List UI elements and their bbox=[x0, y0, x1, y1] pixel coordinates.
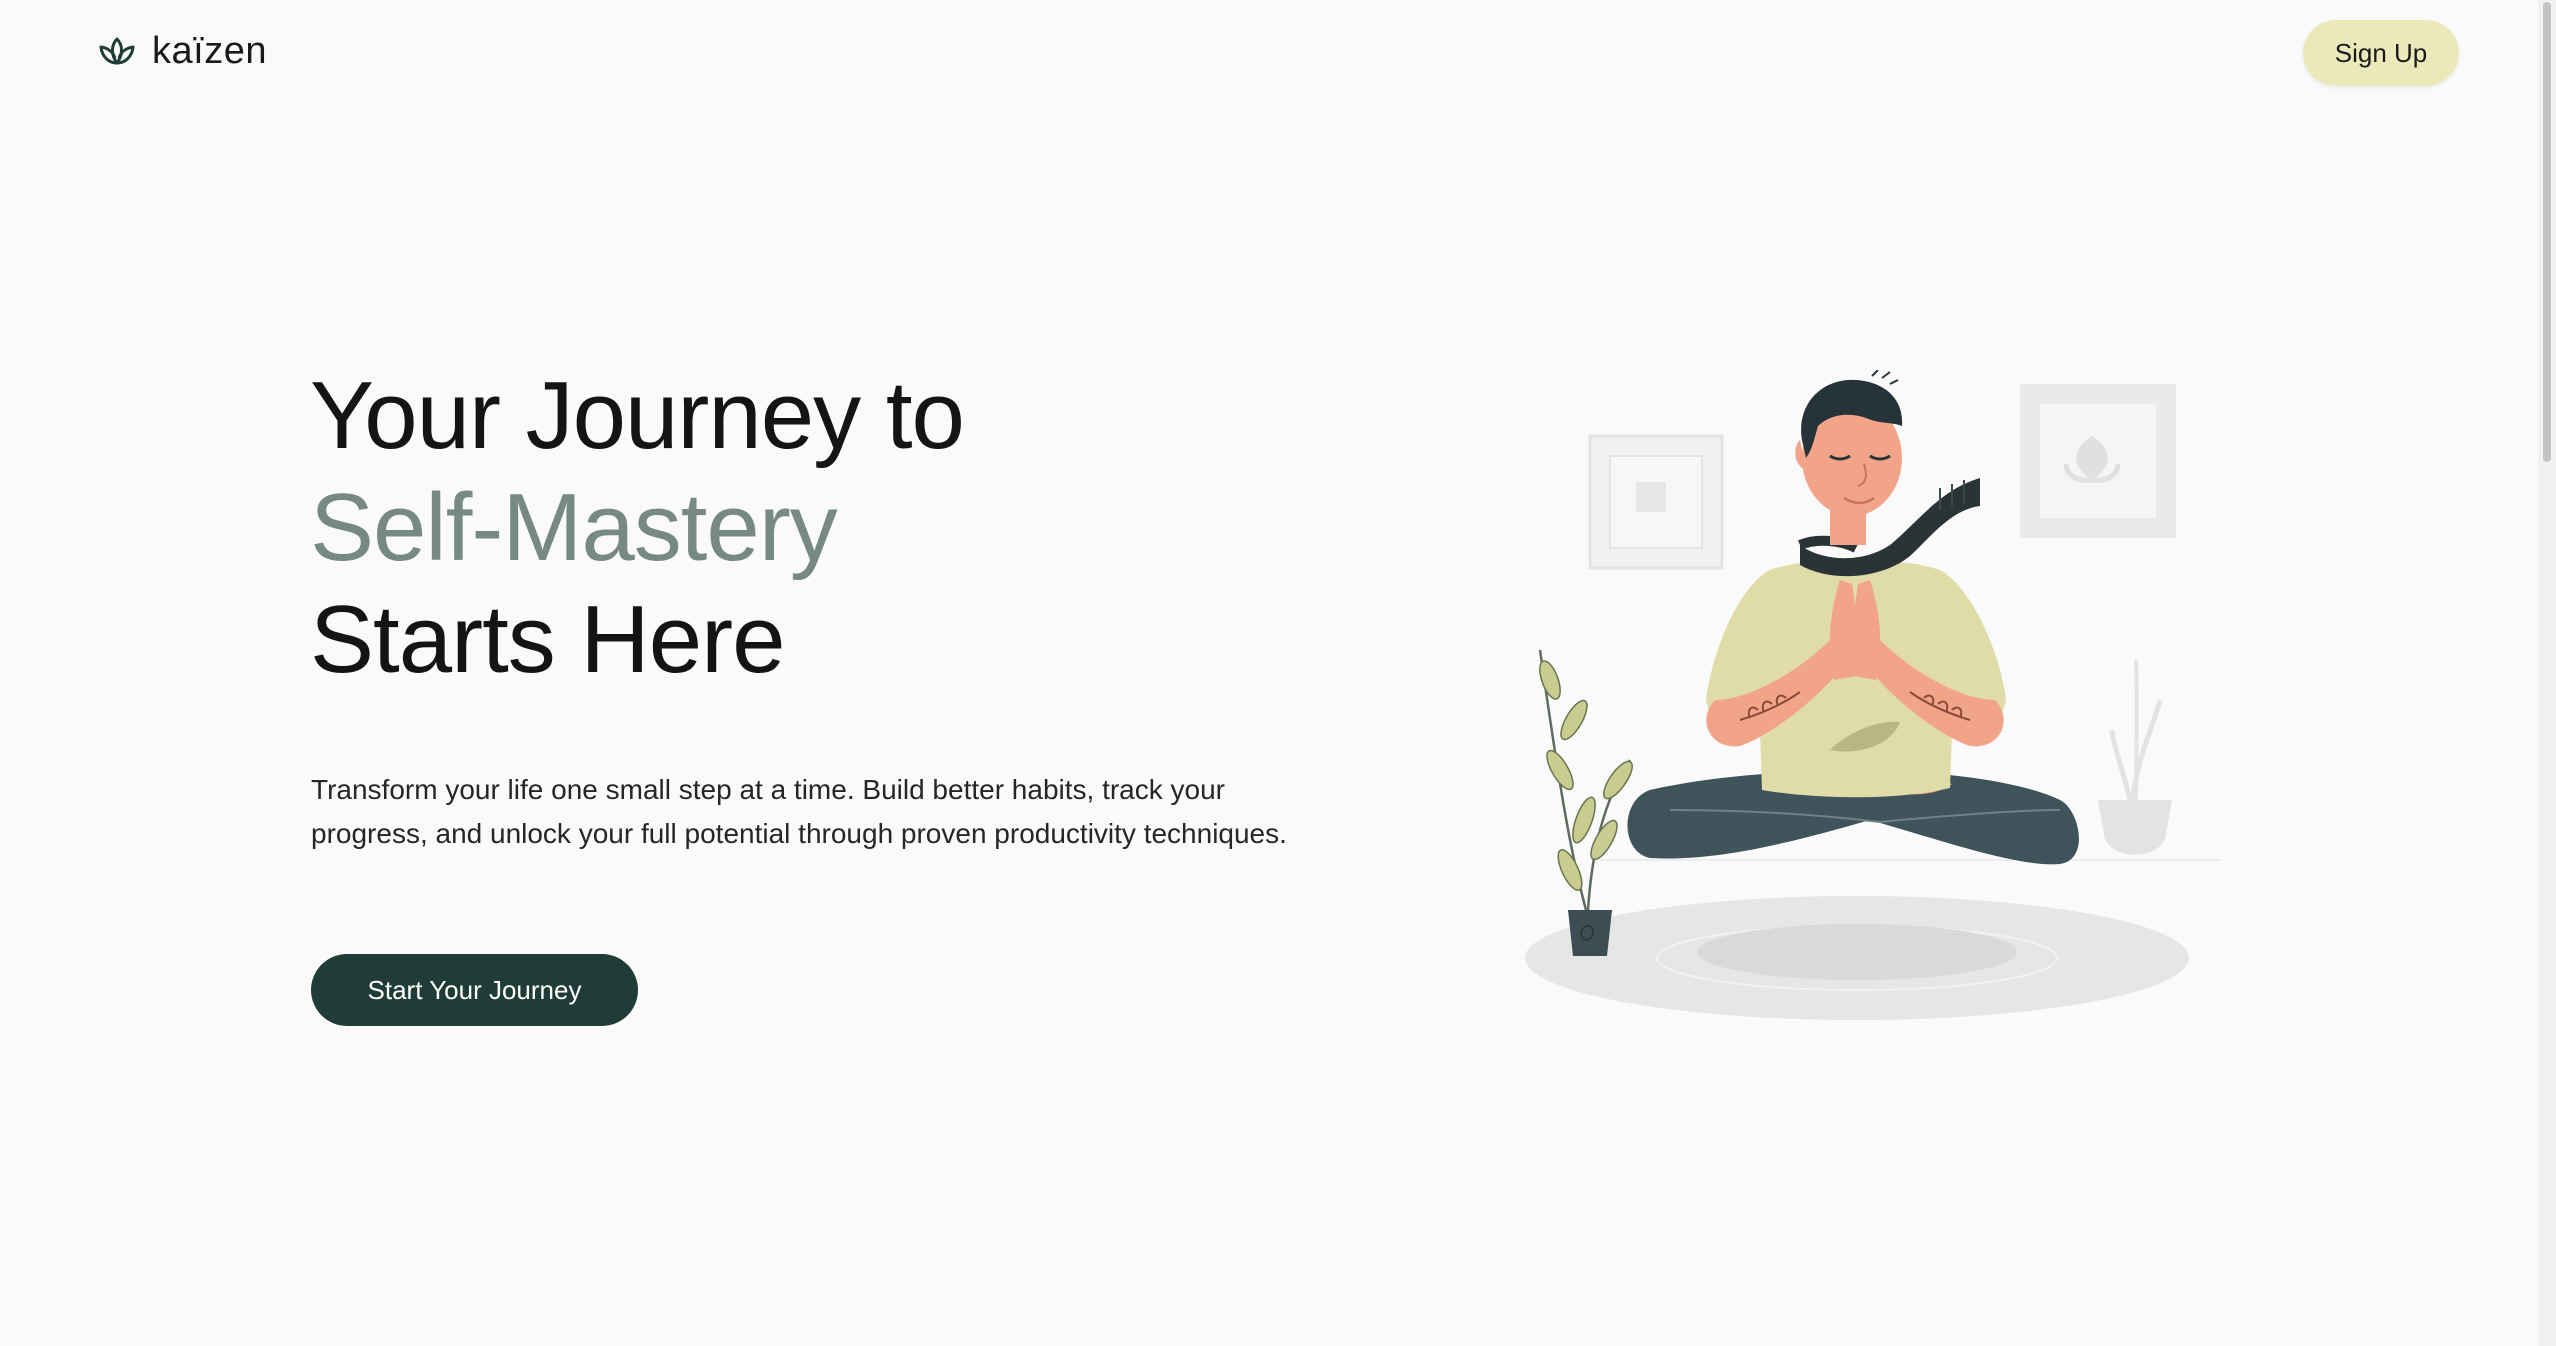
sign-up-button[interactable]: Sign Up bbox=[2303, 20, 2459, 86]
headline-line-3: Starts Here bbox=[310, 586, 785, 693]
meditation-illustration bbox=[1500, 370, 2240, 1030]
headline-accent: Self-Mastery bbox=[310, 474, 838, 581]
scrollbar[interactable] bbox=[2538, 0, 2556, 1346]
brand-name: kaïzen bbox=[152, 30, 267, 72]
brand-logo[interactable]: kaïzen bbox=[96, 30, 267, 73]
hero-headline: Your Journey to Self-Mastery Starts Here bbox=[310, 360, 965, 696]
start-journey-button[interactable]: Start Your Journey bbox=[311, 954, 638, 1026]
hero-description: Transform your life one small step at a … bbox=[311, 774, 1287, 849]
lotus-logo-icon bbox=[96, 31, 138, 73]
headline-line-1: Your Journey to bbox=[310, 362, 965, 469]
scroll-thumb[interactable] bbox=[2543, 2, 2551, 462]
landing-page: kaïzen Sign Up Your Journey to Self-Mast… bbox=[0, 0, 2556, 1346]
